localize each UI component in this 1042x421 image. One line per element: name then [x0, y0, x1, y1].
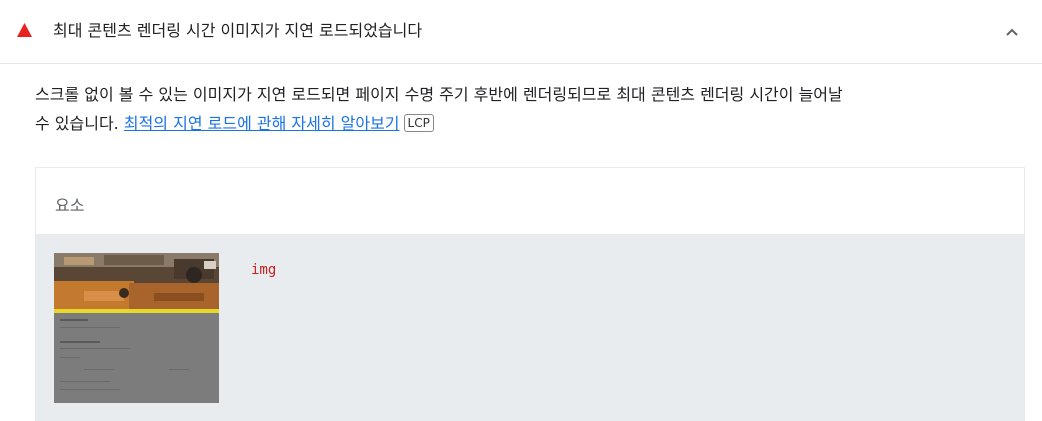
table-row[interactable]: img	[36, 235, 1024, 421]
description-line-1: 스크롤 없이 볼 수 있는 이미지가 지연 로드되면 페이지 수명 주기 후반에…	[35, 85, 843, 104]
description-line-2: 수 있습니다. 최적의 지연 로드에 관해 자세히 알아보기 LCP	[35, 109, 1035, 138]
element-screenshot-thumbnail[interactable]	[54, 253, 219, 403]
audit-description: 스크롤 없이 볼 수 있는 이미지가 지연 로드되면 페이지 수명 주기 후반에…	[35, 80, 1035, 138]
node-label[interactable]: img	[251, 262, 276, 278]
audit-title: 최대 콘텐츠 렌더링 시간 이미지가 지연 로드되었습니다	[53, 21, 423, 40]
learn-more-link[interactable]: 최적의 지연 로드에 관해 자세히 알아보기	[124, 114, 400, 133]
description-line-2-text: 수 있습니다.	[35, 114, 124, 133]
details-table: 요소 img	[35, 167, 1025, 421]
table-header: 요소	[36, 168, 1024, 235]
warning-triangle-icon	[17, 23, 32, 37]
audit-header[interactable]: 최대 콘텐츠 렌더링 시간 이미지가 지연 로드되었습니다	[0, 0, 1042, 64]
column-header-element: 요소	[55, 196, 85, 215]
lcp-badge: LCP	[403, 114, 434, 132]
chevron-up-icon[interactable]	[1002, 22, 1022, 42]
